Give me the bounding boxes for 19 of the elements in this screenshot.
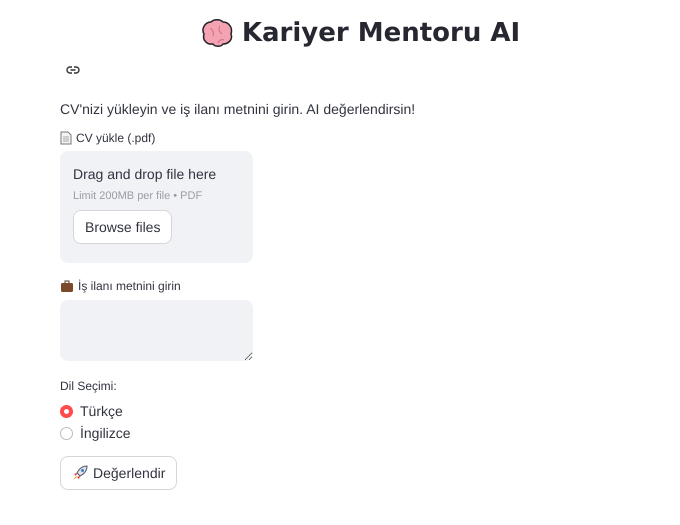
language-option[interactable]: Türkçe bbox=[60, 400, 123, 422]
radio-button[interactable] bbox=[60, 426, 73, 440]
page-title: Kariyer Mentoru AI bbox=[242, 18, 520, 48]
dropzone-limits: Limit 200MB per file • PDF bbox=[73, 190, 202, 202]
evaluate-button[interactable]: Değerlendir bbox=[60, 456, 178, 490]
document-icon bbox=[60, 131, 72, 145]
intro-text: CV'nizi yükleyin ve iş ilanı metnini girin. AI değerlendirsin! bbox=[60, 101, 416, 117]
language-option[interactable]: İngilizce bbox=[60, 422, 131, 444]
radio-button[interactable] bbox=[60, 404, 73, 418]
brain-icon bbox=[200, 18, 234, 48]
dropzone-title: Drag and drop file here bbox=[73, 166, 216, 182]
language-label: Dil Seçimi: bbox=[60, 379, 117, 393]
file-dropzone[interactable]: Drag and drop file here Limit 200MB per file • PDF Browse files bbox=[60, 151, 253, 263]
browse-files-button[interactable]: Browse files bbox=[73, 210, 172, 244]
briefcase-icon bbox=[60, 280, 74, 292]
upload-label: CV yükle (.pdf) bbox=[76, 131, 156, 145]
link-icon[interactable] bbox=[66, 65, 80, 75]
job-text-label: İş ilanı metnini girin bbox=[78, 279, 181, 293]
rocket-icon bbox=[72, 465, 88, 481]
